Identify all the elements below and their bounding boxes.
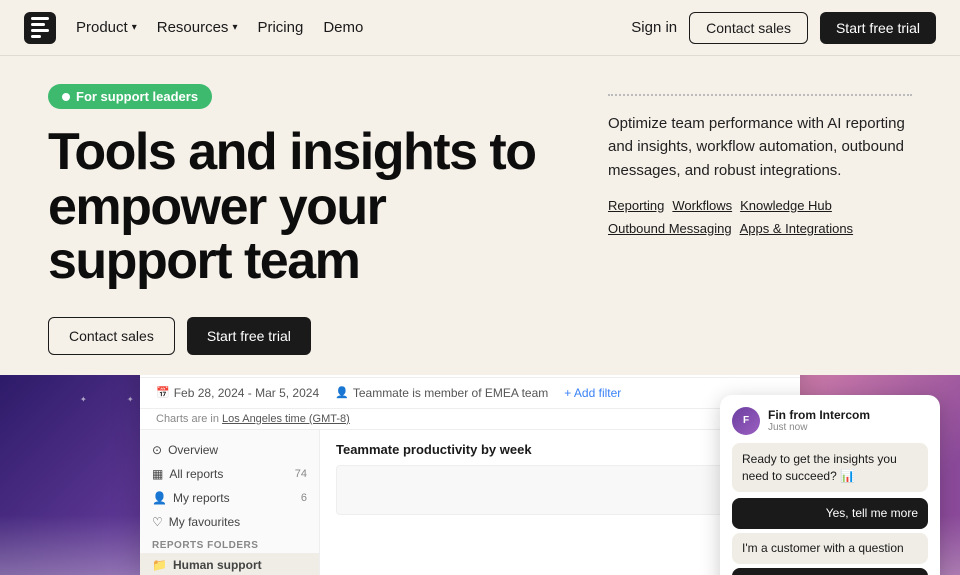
badge-dot-icon <box>62 93 70 101</box>
calendar-icon: 📅 <box>156 386 170 399</box>
dashboard-content: ⊙Overview ▦All reports 74 👤My reports 6 … <box>140 430 800 575</box>
chevron-down-icon: ▾ <box>232 22 237 33</box>
logo[interactable] <box>24 12 56 44</box>
nav-left: Product ▾ Resources ▾ Pricing Demo <box>24 12 363 44</box>
logo-line-3 <box>31 29 49 32</box>
folder-icon: 📁 <box>152 558 167 572</box>
feature-link-reporting[interactable]: Reporting <box>608 198 664 213</box>
feature-link-workflows[interactable]: Workflows <box>672 198 732 213</box>
nav-pricing[interactable]: Pricing <box>257 19 303 36</box>
sidebar-item-my-favourites[interactable]: ♡My favourites <box>140 510 319 534</box>
add-filter-button[interactable]: + Add filter <box>564 386 621 400</box>
hero-contact-sales-button[interactable]: Contact sales <box>48 317 175 355</box>
hero-description: Optimize team performance with AI report… <box>608 112 912 182</box>
chat-message: Ready to get the insights you need to su… <box>732 443 928 493</box>
sidebar-item-my-reports[interactable]: 👤My reports 6 <box>140 486 319 510</box>
chat-reply-1[interactable]: Yes, tell me more <box>732 498 928 529</box>
person-icon: 👤 <box>335 386 349 399</box>
logo-line-1 <box>31 17 49 20</box>
hero-right: Optimize team performance with AI report… <box>608 84 912 355</box>
feature-links: Reporting Workflows Knowledge Hub Outbou… <box>608 198 912 236</box>
chevron-down-icon: ▾ <box>132 22 137 33</box>
dashboard-card: ⊞ Teammate performance ♡ What's new ▾ 📅 … <box>140 375 800 575</box>
nav-product[interactable]: Product ▾ <box>76 19 137 36</box>
start-free-trial-button[interactable]: Start free trial <box>820 12 936 44</box>
chat-identity: Fin from Intercom Just now <box>768 408 870 433</box>
dashboard-filters: 📅 Feb 28, 2024 - Mar 5, 2024 👤 Teammate … <box>140 378 800 409</box>
navbar: Product ▾ Resources ▾ Pricing Demo Sign … <box>0 0 960 56</box>
chart-title: Teammate productivity by week <box>336 442 784 457</box>
nav-demo[interactable]: Demo <box>323 19 363 36</box>
chat-header: F Fin from Intercom Just now <box>732 407 928 435</box>
audience-badge: For support leaders <box>48 84 212 109</box>
chat-reply-2[interactable]: I'm a customer with a question <box>732 533 928 564</box>
chat-avatar: F <box>732 407 760 435</box>
signin-button[interactable]: Sign in <box>631 19 677 36</box>
chat-bubble: F Fin from Intercom Just now Ready to ge… <box>720 395 940 575</box>
reports-sidebar: ⊙Overview ▦All reports 74 👤My reports 6 … <box>140 430 320 575</box>
teammate-filter[interactable]: 👤 Teammate is member of EMEA team <box>335 386 548 400</box>
sidebar-section-reports-folders: REPORTS FOLDERS <box>140 534 319 553</box>
timezone-link[interactable]: Los Angeles time (GMT-8) <box>222 413 350 425</box>
date-filter[interactable]: 📅 Feb 28, 2024 - Mar 5, 2024 <box>156 386 319 400</box>
chart-area <box>336 465 784 515</box>
timezone-note: Charts are in Los Angeles time (GMT-8) <box>140 409 800 430</box>
feature-link-knowledge-hub[interactable]: Knowledge Hub <box>740 198 832 213</box>
chat-reply-3[interactable]: I'm all set! <box>732 568 928 575</box>
divider <box>608 94 912 96</box>
all-reports-icon: ▦ <box>152 467 163 481</box>
hero-start-free-trial-button[interactable]: Start free trial <box>187 317 311 355</box>
overview-icon: ⊙ <box>152 443 162 457</box>
my-reports-icon: 👤 <box>152 491 167 505</box>
feature-link-outbound[interactable]: Outbound Messaging <box>608 221 732 236</box>
hero-title: Tools and insights to empower your suppo… <box>48 125 568 289</box>
sidebar-item-all-reports[interactable]: ▦All reports 74 <box>140 462 319 486</box>
contact-sales-button[interactable]: Contact sales <box>689 12 808 44</box>
hero-section: For support leaders Tools and insights t… <box>0 56 960 375</box>
nav-resources[interactable]: Resources ▾ <box>157 19 238 36</box>
logo-line-2 <box>31 23 45 26</box>
hero-left: For support leaders Tools and insights t… <box>48 84 568 355</box>
preview-section: ⊞ Teammate performance ♡ What's new ▾ 📅 … <box>0 375 960 575</box>
hero-actions: Contact sales Start free trial <box>48 317 568 355</box>
feature-link-integrations[interactable]: Apps & Integrations <box>740 221 853 236</box>
sidebar-item-overview[interactable]: ⊙Overview <box>140 438 319 462</box>
sidebar-item-human-support[interactable]: 📁Human support <box>140 553 319 575</box>
logo-line-4 <box>31 35 41 38</box>
logo-icon <box>31 17 49 38</box>
favourites-icon: ♡ <box>152 515 163 529</box>
nav-right: Sign in Contact sales Start free trial <box>631 12 936 44</box>
